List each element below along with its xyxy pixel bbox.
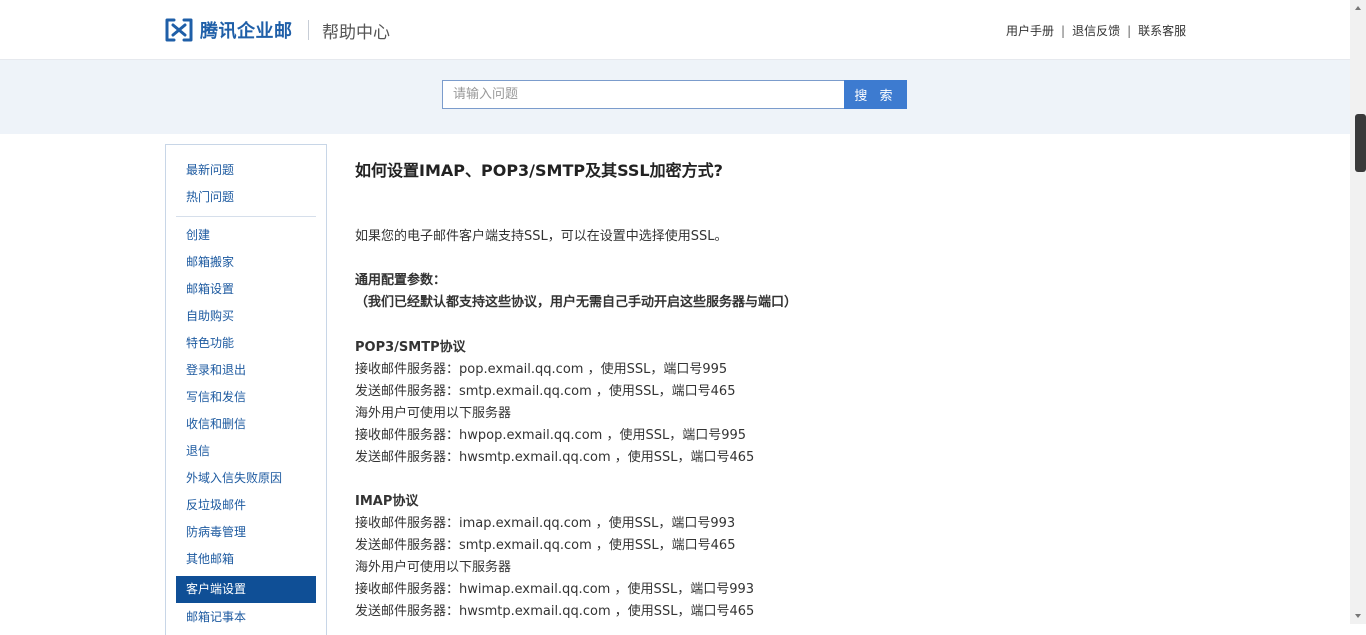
imap-overseas-outgoing: 发送邮件服务器：hwsmtp.exmail.qq.com ，使用SSL，端口号4…	[355, 604, 755, 619]
pop3-overseas-outgoing: 发送邮件服务器：hwsmtp.exmail.qq.com ，使用SSL，端口号4…	[355, 450, 755, 465]
sidebar-item-hot[interactable]: 热门问题	[176, 186, 316, 209]
imap-incoming-server: 接收邮件服务器：imap.exmail.qq.com ，使用SSL，端口号993	[355, 516, 736, 531]
section-heading-imap: IMAP协议	[355, 494, 419, 509]
overseas-note: 海外用户可使用以下服务器	[355, 406, 512, 421]
sidebar-item-create[interactable]: 创建	[176, 224, 316, 247]
sidebar-item-migration[interactable]: 邮箱搬家	[176, 251, 316, 274]
search-input[interactable]	[442, 80, 854, 109]
pop3-outgoing-server: 发送邮件服务器：smtp.exmail.qq.com ，使用SSL，端口号465	[355, 384, 736, 399]
logo[interactable]: 腾讯企业邮	[164, 17, 293, 43]
sidebar-divider	[176, 216, 316, 217]
logo-text: 腾讯企业邮	[200, 21, 293, 42]
sidebar-item-features[interactable]: 特色功能	[176, 332, 316, 355]
sidebar-item-other-mailbox[interactable]: 其他邮箱	[176, 548, 316, 571]
sidebar-item-receive-delete[interactable]: 收信和删信	[176, 413, 316, 436]
tencent-exmail-logo-icon	[165, 18, 193, 42]
contact-support-link[interactable]: 联系客服	[1138, 22, 1186, 39]
sidebar-item-login-logout[interactable]: 登录和退出	[176, 359, 316, 382]
link-separator: |	[1127, 23, 1132, 38]
header-divider	[308, 20, 309, 40]
imap-outgoing-server: 发送邮件服务器：smtp.exmail.qq.com ，使用SSL，端口号465	[355, 538, 736, 553]
link-separator: |	[1061, 23, 1066, 38]
scroll-up-arrow-icon[interactable]	[1350, 0, 1366, 16]
scrollbar-thumb[interactable]	[1355, 114, 1366, 172]
imap-overseas-incoming: 接收邮件服务器：hwimap.exmail.qq.com ，使用SSL，端口号9…	[355, 582, 755, 597]
section-heading-pop3: POP3/SMTP协议	[355, 340, 466, 355]
sidebar-item-external-failure[interactable]: 外域入信失败原因	[176, 467, 316, 490]
section-heading-general: 通用配置参数：	[355, 273, 447, 288]
vertical-scrollbar[interactable]	[1350, 0, 1366, 624]
sidebar-nav: 最新问题 热门问题 创建 邮箱搬家 邮箱设置 自助购买 特色功能 登录和退出 写…	[165, 144, 327, 635]
section-note: （我们已经默认都支持这些协议，用户无需自己手动开启这些服务器与端口）	[355, 295, 798, 310]
sidebar-item-self-purchase[interactable]: 自助购买	[176, 305, 316, 328]
sidebar-item-anti-spam[interactable]: 反垃圾邮件	[176, 494, 316, 517]
article-intro: 如果您的电子邮件客户端支持SSL，可以在设置中选择使用SSL。	[355, 229, 728, 244]
pop3-incoming-server: 接收邮件服务器：pop.exmail.qq.com ，使用SSL，端口号995	[355, 362, 728, 377]
sidebar-item-latest[interactable]: 最新问题	[176, 159, 316, 182]
sidebar-item-compose-send[interactable]: 写信和发信	[176, 386, 316, 409]
overseas-note: 海外用户可使用以下服务器	[355, 560, 512, 575]
article-title: 如何设置IMAP、POP3/SMTP及其SSL加密方式?	[355, 161, 723, 180]
top-links: 用户手册 | 退信反馈 | 联系客服	[1006, 22, 1186, 39]
pop3-overseas-incoming: 接收邮件服务器：hwpop.exmail.qq.com ，使用SSL，端口号99…	[355, 428, 747, 443]
page-header: 腾讯企业邮 帮助中心 用户手册 | 退信反馈 | 联系客服	[0, 0, 1350, 60]
sidebar-item-client-settings[interactable]: 客户端设置	[176, 576, 316, 603]
search-button[interactable]: 搜 索	[844, 80, 907, 109]
sidebar-item-mailbox-settings[interactable]: 邮箱设置	[176, 278, 316, 301]
sidebar-item-antivirus[interactable]: 防病毒管理	[176, 521, 316, 544]
scroll-down-arrow-icon[interactable]	[1350, 608, 1366, 624]
help-center-title: 帮助中心	[322, 23, 390, 43]
sidebar-item-notebook[interactable]: 邮箱记事本	[176, 606, 316, 629]
bounce-feedback-link[interactable]: 退信反馈	[1072, 22, 1120, 39]
sidebar-item-bounce[interactable]: 退信	[176, 440, 316, 463]
user-manual-link[interactable]: 用户手册	[1006, 22, 1054, 39]
